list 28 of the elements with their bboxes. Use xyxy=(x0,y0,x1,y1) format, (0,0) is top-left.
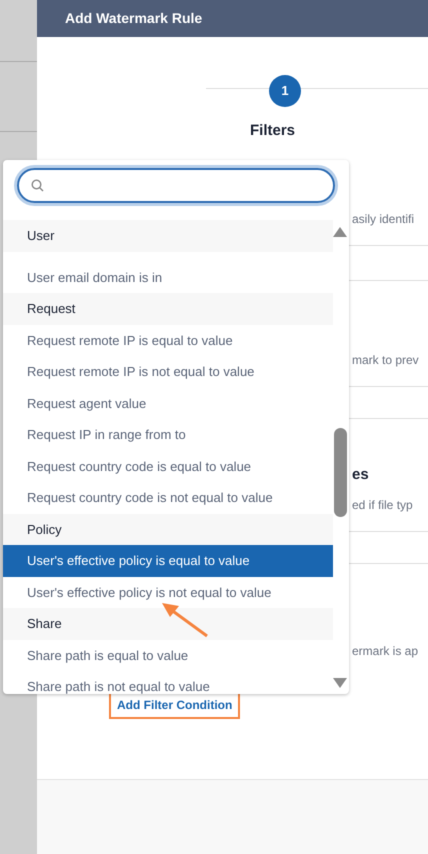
dropdown-option[interactable]: Request agent value xyxy=(3,388,333,419)
search-field[interactable] xyxy=(17,168,335,203)
step-number[interactable]: 1 xyxy=(269,75,301,107)
dropdown-option[interactable]: Request remote IP is not equal to value xyxy=(3,356,333,388)
section-title: es xyxy=(352,465,370,485)
option-group-header: Policy xyxy=(3,514,333,545)
scroll-down-icon[interactable] xyxy=(332,677,348,689)
dropdown-option[interactable]: User's effective policy is not equal to value xyxy=(3,576,333,608)
option-group-header: User xyxy=(3,220,333,252)
dropdown-option[interactable]: Share path is equal to value xyxy=(3,640,333,671)
dropdown-option[interactable]: Request country code is equal to value xyxy=(3,450,333,482)
scroll-up-icon[interactable] xyxy=(332,226,348,238)
annotation-arrow xyxy=(160,601,210,639)
search-icon xyxy=(31,179,44,192)
dropdown-option[interactable]: User's effective policy is equal to value xyxy=(3,545,333,576)
option-group-header: Request xyxy=(3,293,333,324)
section-description: mark to prev xyxy=(352,352,420,369)
dropdown-option[interactable]: Request country code is not equal to value xyxy=(3,482,333,514)
dropdown-option[interactable]: User email domain is in xyxy=(3,262,333,293)
section-description: asily identifi xyxy=(352,211,416,228)
section-description: ermark is ap xyxy=(352,642,420,660)
step-label: Filters xyxy=(250,121,296,141)
dialog-title: Add Watermark Rule xyxy=(65,9,202,28)
dropdown-option[interactable]: Request remote IP is equal to value xyxy=(3,324,333,356)
section-description: ed if file typ xyxy=(352,496,414,514)
option-group-header: Share xyxy=(3,608,333,640)
scrollbar-thumb[interactable] xyxy=(334,428,347,517)
dropdown-option[interactable]: Request IP in range from to xyxy=(3,419,333,450)
